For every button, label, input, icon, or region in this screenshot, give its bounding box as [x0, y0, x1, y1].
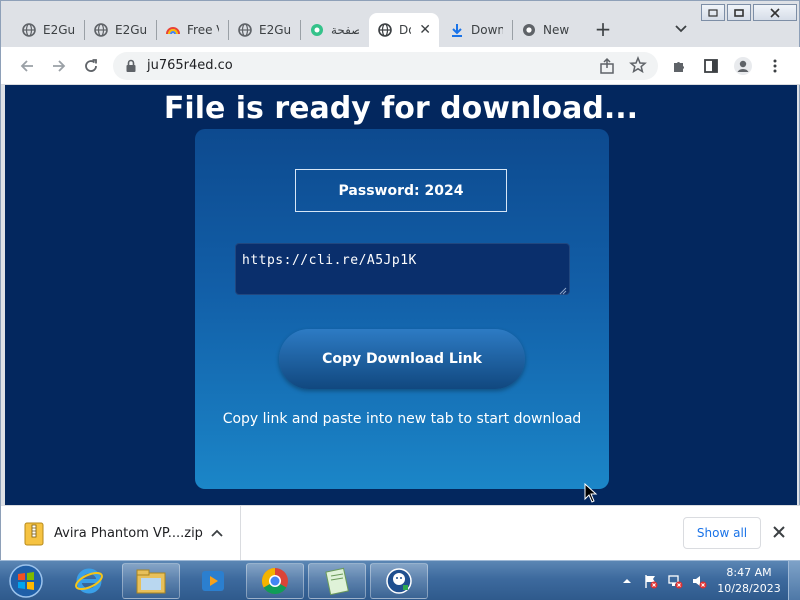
- tab-active-download[interactable]: Do ✕: [369, 13, 439, 47]
- show-all-button[interactable]: Show all: [683, 517, 761, 549]
- close-window-button[interactable]: [753, 4, 797, 21]
- system-clock[interactable]: 8:47 AM 10/28/2023: [714, 565, 784, 597]
- download-card: Password: 2024 https://cli.re/A5Jp1K Cop…: [195, 129, 609, 489]
- bookmark-star-icon[interactable]: [629, 55, 647, 74]
- show-desktop-button[interactable]: [788, 561, 800, 600]
- instruction-text: Copy link and paste into new tab to star…: [222, 411, 582, 427]
- copy-download-link-button[interactable]: Copy Download Link: [279, 329, 525, 389]
- tab-free-v[interactable]: Free V: [157, 13, 227, 47]
- minimize-button[interactable]: [701, 4, 725, 21]
- clock-time: 8:47 AM: [726, 566, 772, 579]
- start-button[interactable]: [6, 562, 46, 600]
- tab-title: Free V: [187, 23, 219, 37]
- tab-title: Do: [399, 23, 411, 37]
- chrome-taskbar-icon[interactable]: [246, 563, 304, 599]
- reload-icon[interactable]: [81, 56, 101, 76]
- address-bar[interactable]: ju765r4ed.co: [113, 52, 658, 80]
- tab-title: New: [543, 23, 570, 37]
- action-center-flag-icon[interactable]: [642, 572, 660, 590]
- globe-icon: [21, 22, 37, 38]
- password-box: Password: 2024: [295, 169, 507, 212]
- extensions-puzzle-icon[interactable]: [669, 56, 689, 76]
- profile-avatar-icon[interactable]: [733, 56, 753, 76]
- lock-icon[interactable]: [123, 58, 139, 74]
- download-file-name[interactable]: Avira Phantom VP....zip: [54, 526, 203, 541]
- chrome-icon: [521, 22, 537, 38]
- page-title: File is ready for download...: [163, 91, 639, 126]
- tab-arabic-page[interactable]: صفحة: [301, 13, 367, 47]
- taskbar: 8:47 AM 10/28/2023: [0, 560, 800, 600]
- media-player-icon[interactable]: [184, 563, 242, 599]
- menu-kebab-icon[interactable]: [765, 56, 785, 76]
- tab-new-tab[interactable]: New: [513, 13, 583, 47]
- browser-toolbar: ju765r4ed.co: [1, 47, 800, 85]
- rainbow-icon: [165, 22, 181, 38]
- chevron-up-icon[interactable]: [209, 525, 225, 541]
- share-icon[interactable]: [598, 57, 616, 75]
- tab-title: E2Gu: [43, 23, 75, 37]
- download-link-text: https://cli.re/A5Jp1K: [242, 253, 417, 268]
- tab-title: صفحة: [331, 23, 359, 37]
- globe-icon: [93, 22, 109, 38]
- tab-e2gu-2[interactable]: E2Gu: [85, 13, 155, 47]
- tab-e2gu-3[interactable]: E2Gu: [229, 13, 299, 47]
- browser-window: E2Gu E2Gu Free V E2Gu صف: [0, 0, 800, 562]
- forward-arrow-icon[interactable]: [49, 56, 69, 76]
- download-link-textarea[interactable]: https://cli.re/A5Jp1K: [235, 243, 570, 295]
- window-controls: [699, 4, 797, 21]
- internet-explorer-icon[interactable]: [60, 563, 118, 599]
- network-icon[interactable]: [666, 572, 684, 590]
- download-shelf: Avira Phantom VP....zip Show all: [1, 505, 800, 562]
- close-tab-icon[interactable]: ✕: [419, 22, 431, 38]
- url-text[interactable]: ju765r4ed.co: [147, 58, 233, 73]
- tray-expand-icon[interactable]: [618, 572, 636, 590]
- system-tray: [618, 561, 714, 600]
- download-item[interactable]: Avira Phantom VP....zip: [1, 506, 241, 562]
- mouse-cursor-icon: [584, 483, 598, 503]
- tab-title: E2Gu: [115, 23, 147, 37]
- tab-title: Down: [471, 23, 503, 37]
- download-icon: [449, 22, 465, 38]
- clock-date: 10/28/2023: [717, 582, 781, 595]
- file-explorer-icon[interactable]: [122, 563, 180, 599]
- maximize-button[interactable]: [727, 4, 751, 21]
- side-panel-icon[interactable]: [701, 56, 721, 76]
- tab-search-chevron-icon[interactable]: [673, 21, 689, 37]
- resize-grip-icon[interactable]: [559, 284, 567, 295]
- globe-icon: [237, 22, 253, 38]
- close-shelf-icon[interactable]: [771, 524, 787, 540]
- tab-strip: E2Gu E2Gu Free V E2Gu صف: [1, 1, 800, 47]
- globe-icon: [377, 22, 393, 38]
- zip-file-icon: [23, 522, 45, 546]
- notepad-icon[interactable]: [308, 563, 366, 599]
- page-viewport: File is ready for download... Password: …: [5, 85, 797, 505]
- tab-e2gu-1[interactable]: E2Gu: [13, 13, 83, 47]
- new-tab-button[interactable]: +: [593, 19, 613, 39]
- tab-download[interactable]: Down: [441, 13, 511, 47]
- back-arrow-icon[interactable]: [17, 56, 37, 76]
- vpn-app-icon[interactable]: [370, 563, 428, 599]
- tab-title: E2Gu: [259, 23, 291, 37]
- volume-muted-icon[interactable]: [690, 572, 708, 590]
- green-circle-icon: [309, 22, 325, 38]
